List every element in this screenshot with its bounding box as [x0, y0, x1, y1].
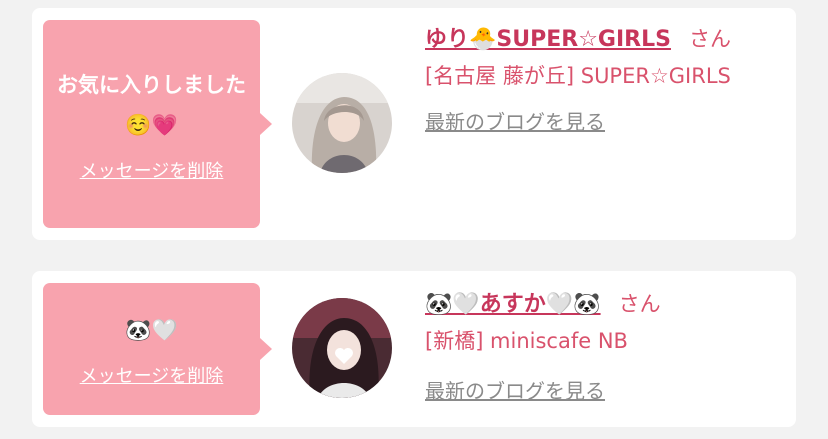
latest-blog-link[interactable]: 最新のブログを見る — [425, 106, 605, 135]
profile-info: 🐼🤍あすか🤍🐼 さん [新橋] miniscafe NB 最新のブログを見る — [425, 287, 780, 404]
shop-name: [名古屋 藤が丘] SUPER☆GIRLS — [425, 64, 731, 88]
favorite-card: お気に入りしました☺️💗 メッセージを削除 ゆり🐣SUPER☆GIRLS さん [… — [32, 8, 796, 240]
delete-message-link[interactable]: メッセージを削除 — [80, 362, 224, 388]
user-photo-avatar-icon — [292, 73, 392, 173]
cast-name-link[interactable]: 🐼🤍あすか🤍🐼 — [425, 292, 601, 317]
profile-info: ゆり🐣SUPER☆GIRLS さん [名古屋 藤が丘] SUPER☆GIRLS 最… — [425, 22, 780, 135]
name-line: 🐼🤍あすか🤍🐼 さん — [425, 287, 780, 322]
honorific: さん — [618, 292, 661, 316]
message-text: お気に入りしました☺️💗 — [57, 73, 246, 137]
name-line: ゆり🐣SUPER☆GIRLS さん — [425, 22, 780, 57]
message-text: 🐼🤍 — [125, 318, 178, 342]
message-bubble: 🐼🤍 メッセージを削除 — [43, 283, 272, 415]
shop-name: [新橋] miniscafe NB — [425, 329, 628, 353]
delete-message-link[interactable]: メッセージを削除 — [80, 157, 224, 183]
honorific: さん — [688, 27, 731, 51]
favorite-card: 🐼🤍 メッセージを削除 🐼🤍あすか🤍🐼 さん [新橋] miniscafe NB … — [32, 271, 796, 427]
avatar[interactable] — [292, 298, 392, 398]
latest-blog-link[interactable]: 最新のブログを見る — [425, 375, 605, 404]
avatar[interactable] — [292, 73, 392, 173]
user-photo-avatar-icon — [292, 298, 392, 398]
cast-name-link[interactable]: ゆり🐣SUPER☆GIRLS — [425, 27, 671, 52]
message-bubble: お気に入りしました☺️💗 メッセージを削除 — [43, 20, 272, 228]
